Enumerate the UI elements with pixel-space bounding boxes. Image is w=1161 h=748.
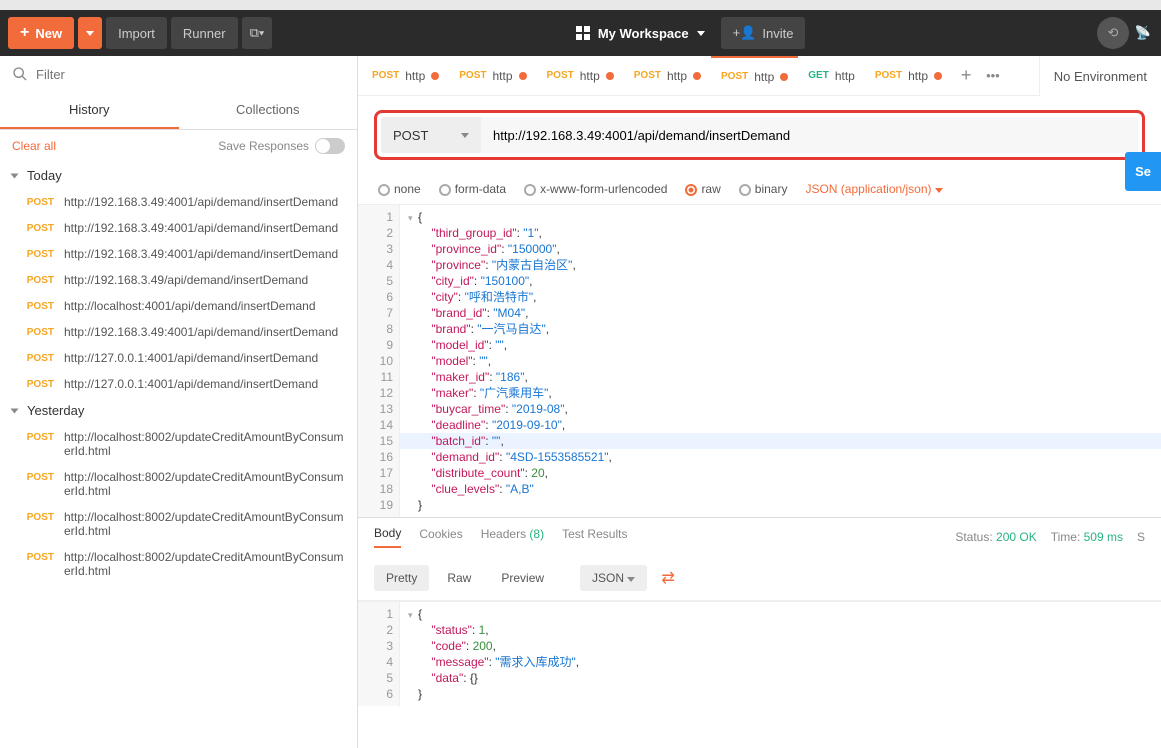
new-dropdown[interactable]	[78, 17, 102, 49]
history-item[interactable]: POSThttp://192.168.3.49/api/demand/inser…	[0, 267, 357, 293]
response-tab-body[interactable]: Body	[374, 526, 401, 548]
response-tab-headers[interactable]: Headers (8)	[481, 527, 544, 547]
response-tab-test-results[interactable]: Test Results	[562, 527, 627, 547]
content-area: No Environment POSThttpPOSThttpPOSThttpP…	[358, 56, 1161, 748]
add-tab-button[interactable]: +	[952, 65, 980, 86]
search-icon	[12, 66, 28, 82]
history-item[interactable]: POSThttp://127.0.0.1:4001/api/demand/ins…	[0, 371, 357, 397]
body-type-none[interactable]: none	[378, 182, 421, 196]
pretty-button[interactable]: Pretty	[374, 565, 429, 591]
history-item[interactable]: POSThttp://192.168.3.49:4001/api/demand/…	[0, 189, 357, 215]
history-item[interactable]: POSThttp://localhost:8002/updateCreditAm…	[0, 424, 357, 464]
history-item[interactable]: POSThttp://192.168.3.49:4001/api/demand/…	[0, 319, 357, 345]
history-item[interactable]: POSThttp://192.168.3.49:4001/api/demand/…	[0, 215, 357, 241]
response-body-editor[interactable]: 123456 ▾{ "status": 1, "code": 200, "mes…	[358, 601, 1161, 706]
workspace-selector[interactable]: My Workspace	[564, 20, 717, 47]
status-label: Status: 200 OK	[955, 530, 1036, 544]
environment-selector[interactable]: No Environment	[1039, 56, 1161, 96]
tab-overflow-button[interactable]: •••	[980, 68, 1006, 83]
save-responses-toggle[interactable]	[315, 138, 345, 154]
body-type-row: none form-data x-www-form-urlencoded raw…	[358, 174, 1161, 204]
sidebar: History Collections Clear all Save Respo…	[0, 56, 358, 748]
history-group-header[interactable]: Yesterday	[0, 397, 357, 424]
send-button[interactable]: Se	[1125, 152, 1161, 191]
body-type-raw[interactable]: raw	[685, 182, 720, 196]
body-type-form-data[interactable]: form-data	[439, 182, 506, 196]
history-item[interactable]: POSThttp://127.0.0.1:4001/api/demand/ins…	[0, 345, 357, 371]
satellite-icon[interactable]: 📡	[1133, 25, 1153, 41]
body-type-binary[interactable]: binary	[739, 182, 788, 196]
request-tab[interactable]: POSThttp	[449, 56, 536, 96]
filter-input[interactable]	[36, 67, 345, 82]
time-label: Time: 509 ms	[1051, 530, 1123, 544]
raw-button[interactable]: Raw	[435, 565, 483, 591]
request-tab[interactable]: POSThttp	[362, 56, 449, 96]
invite-icon: +👤	[733, 25, 757, 41]
wrap-icon[interactable]: ⇄	[653, 564, 682, 592]
url-input[interactable]	[481, 117, 1138, 153]
request-tab[interactable]: POSThttp	[711, 56, 798, 96]
history-item[interactable]: POSThttp://192.168.3.49:4001/api/demand/…	[0, 241, 357, 267]
preview-button[interactable]: Preview	[489, 565, 556, 591]
tab-collections[interactable]: Collections	[179, 92, 358, 129]
history-group-header[interactable]: Today	[0, 162, 357, 189]
response-tab-cookies[interactable]: Cookies	[419, 527, 462, 547]
clear-all-link[interactable]: Clear all	[12, 139, 56, 153]
content-type-selector[interactable]: JSON (application/json)	[805, 182, 942, 196]
sync-icon[interactable]: ⟲	[1097, 17, 1129, 49]
save-responses-label: Save Responses	[218, 139, 309, 153]
import-button[interactable]: Import	[106, 17, 167, 49]
body-type-urlencoded[interactable]: x-www-form-urlencoded	[524, 182, 667, 196]
request-tab[interactable]: POSThttp	[537, 56, 624, 96]
size-label: S	[1137, 530, 1145, 544]
capture-button[interactable]: ⧉▾	[242, 17, 273, 49]
request-tab[interactable]: POSThttp	[624, 56, 711, 96]
invite-button[interactable]: +👤Invite	[721, 17, 806, 49]
tab-history[interactable]: History	[0, 92, 179, 129]
history-item[interactable]: POSThttp://localhost:8002/updateCreditAm…	[0, 464, 357, 504]
format-selector[interactable]: JSON	[580, 565, 647, 591]
request-tab[interactable]: POSThttp	[865, 56, 952, 96]
history-item[interactable]: POSThttp://localhost:8002/updateCreditAm…	[0, 504, 357, 544]
history-item[interactable]: POSThttp://localhost:8002/updateCreditAm…	[0, 544, 357, 584]
url-bar: POST	[374, 110, 1145, 160]
request-tab[interactable]: GEThttp	[798, 56, 865, 96]
new-button[interactable]: +New	[8, 17, 74, 49]
runner-button[interactable]: Runner	[171, 17, 238, 49]
workspace-icon	[576, 26, 590, 40]
request-body-editor[interactable]: 12345678910111213141516171819 ▾{ "third_…	[358, 204, 1161, 517]
method-selector[interactable]: POST	[381, 117, 481, 153]
history-item[interactable]: POSThttp://localhost:4001/api/demand/ins…	[0, 293, 357, 319]
